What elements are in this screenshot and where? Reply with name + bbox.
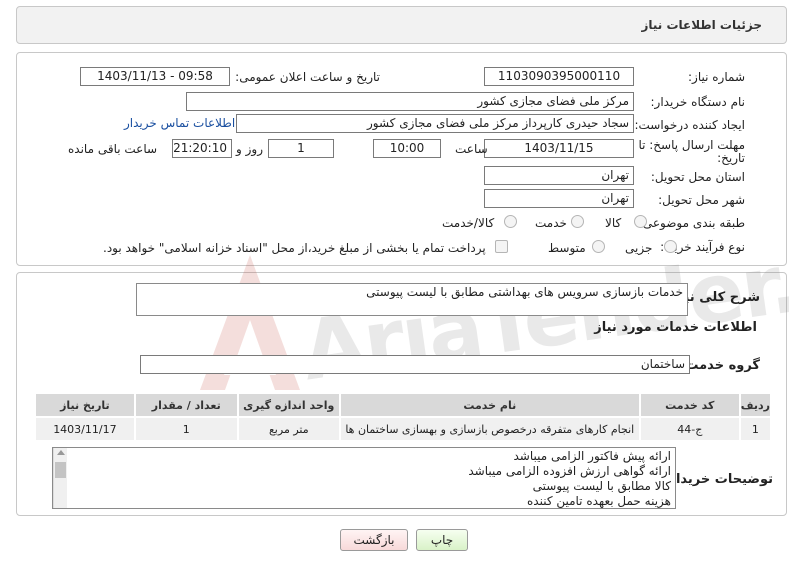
remaining-time-field[interactable]: 21:20:10	[172, 139, 232, 158]
purchase-partial-label: جزیی	[625, 241, 653, 255]
page-title: جزئیات اطلاعات نیاز	[641, 18, 762, 32]
announce-datetime-field[interactable]: 1403/11/13 - 09:58	[80, 67, 230, 86]
buyer-notes-scrollbar[interactable]	[53, 448, 67, 508]
cell-unit: متر مربع	[236, 416, 341, 442]
purchase-partial-radio[interactable]	[664, 240, 677, 253]
category-service-radio[interactable]	[571, 215, 584, 228]
summary-textarea[interactable]: خدمات بازسازی سرویس های بهداشتی مطابق با…	[136, 283, 688, 316]
need-number-label: شماره نیاز:	[688, 70, 745, 84]
header-bar: جزئیات اطلاعات نیاز	[16, 6, 787, 44]
category-goods-service-radio[interactable]	[504, 215, 517, 228]
city-field[interactable]: تهران	[484, 189, 634, 208]
cell-service-code: ج-44	[638, 416, 741, 442]
city-label: شهر محل تحویل:	[658, 193, 745, 207]
print-button[interactable]: چاپ	[416, 529, 468, 551]
cell-row-number: 1	[738, 416, 773, 442]
service-group-label: گروه خدمت:	[680, 358, 760, 373]
services-table: ردیف کد خدمت نام خدمت واحد اندازه گیری ت…	[34, 392, 773, 442]
deadline-label-date: تاریخ:	[717, 151, 745, 165]
purchase-medium-label: متوسط	[548, 241, 586, 255]
service-group-field[interactable]: ساختمان	[140, 355, 690, 374]
category-service-label: خدمت	[535, 216, 567, 230]
days-label: روز و	[236, 142, 263, 156]
buyer-note-line: هزینه حمل بعهده تامین کننده	[526, 494, 671, 508]
announce-datetime-label: تاریخ و ساعت اعلان عمومی:	[235, 70, 380, 84]
col-header-quantity: تعداد / مقدار	[133, 392, 239, 418]
buyer-contact-link[interactable]: اطلاعات تماس خریدار	[124, 116, 235, 130]
requester-field[interactable]: سجاد حیدری کارپرداز مرکز ملی فضای مجازی …	[236, 114, 634, 133]
deadline-time-label: ساعت	[455, 142, 488, 156]
summary-text: خدمات بازسازی سرویس های بهداشتی مطابق با…	[366, 285, 683, 299]
col-header-unit: واحد اندازه گیری	[236, 392, 341, 418]
remaining-days-field[interactable]: 1	[268, 139, 334, 158]
col-header-service-code: کد خدمت	[638, 392, 741, 418]
buyer-note-line: ارائه پیش فاکتور الزامی میباشد	[513, 449, 671, 463]
col-header-row-number: ردیف	[738, 392, 773, 418]
treasury-payment-note: پرداخت تمام یا بخشی از مبلغ خرید،از محل …	[103, 241, 486, 255]
remaining-time-label: ساعت باقی مانده	[68, 142, 158, 156]
need-number-field[interactable]: 1103090395000110	[484, 67, 634, 86]
category-label: طبقه بندی موضوعی:	[638, 216, 745, 230]
table-header-row: ردیف کد خدمت نام خدمت واحد اندازه گیری ت…	[34, 392, 773, 418]
category-goods-label: کالا	[605, 216, 622, 230]
buyer-org-field[interactable]: مرکز ملی فضای مجازی کشور	[186, 92, 634, 111]
category-goods-service-label: کالا/خدمت	[442, 216, 495, 230]
col-header-need-date: تاریخ نیاز	[34, 392, 136, 418]
category-goods-radio[interactable]	[634, 215, 647, 228]
deadline-date-field[interactable]: 1403/11/15	[484, 139, 634, 158]
province-field[interactable]: تهران	[484, 166, 634, 185]
requester-label: ایجاد کننده درخواست:	[634, 118, 745, 132]
cell-service-name: انجام کارهای متفرقه درخصوص بازسازی و بهس…	[338, 416, 641, 442]
deadline-time-field[interactable]: 10:00	[373, 139, 441, 158]
buyer-notes-label: توضیحات خریدار:	[663, 472, 773, 487]
purchase-medium-radio[interactable]	[592, 240, 605, 253]
deadline-label: مهلت ارسال پاسخ: تا	[638, 138, 745, 152]
buyer-note-line: کالا مطابق با لیست پیوستی	[532, 479, 671, 493]
cell-need-date: 1403/11/17	[34, 416, 136, 442]
table-row: 1 ج-44 انجام کارهای متفرقه درخصوص بازساز…	[34, 416, 773, 442]
buyer-org-label: نام دستگاه خریدار:	[650, 95, 746, 109]
province-label: استان محل تحویل:	[650, 170, 745, 184]
col-header-service-name: نام خدمت	[338, 392, 641, 418]
back-button[interactable]: بازگشت	[340, 529, 408, 551]
scrollbar-thumb[interactable]	[55, 462, 66, 478]
cell-quantity: 1	[133, 416, 239, 442]
treasury-payment-checkbox[interactable]	[495, 240, 508, 253]
services-section-title: اطلاعات خدمات مورد نیاز	[594, 320, 757, 335]
scroll-up-arrow-icon[interactable]	[57, 450, 65, 455]
buyer-note-line: ارائه گواهی ارزش افزوده الزامی میباشد	[468, 464, 671, 478]
buyer-notes-textarea[interactable]: ارائه پیش فاکتور الزامی میباشد ارائه گوا…	[52, 447, 676, 509]
